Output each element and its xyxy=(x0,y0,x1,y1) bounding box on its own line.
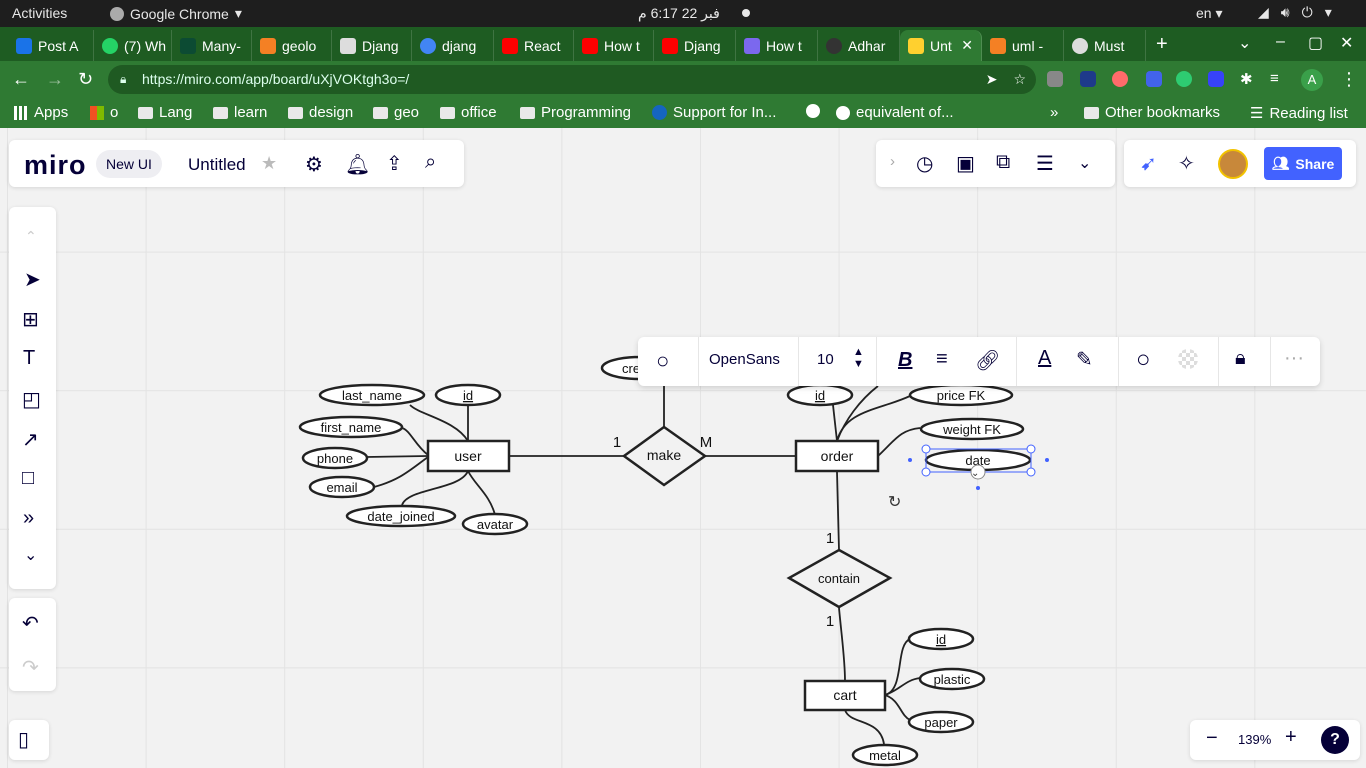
attribute-label: weight FK xyxy=(942,422,1001,437)
cardinality-label[interactable]: 1 xyxy=(826,613,834,630)
attribute-label: metal xyxy=(869,748,901,763)
connector xyxy=(877,427,921,457)
attribute-email[interactable]: email xyxy=(308,475,376,499)
attribute-cart-id[interactable]: id xyxy=(907,627,975,651)
lock-icon[interactable]: 🔒︎ xyxy=(1235,347,1246,370)
attribute-phone[interactable]: phone xyxy=(301,446,369,470)
attribute-label: id xyxy=(815,388,825,403)
link-icon[interactable]: 🔗︎ xyxy=(975,348,1000,373)
text-color-icon[interactable]: A xyxy=(1038,347,1051,370)
relationship-contain[interactable]: contain xyxy=(786,548,893,609)
connector xyxy=(884,694,911,721)
attribute-label: id xyxy=(463,388,473,403)
relationship-make[interactable]: make xyxy=(621,425,708,487)
connector xyxy=(838,607,846,682)
attribute-last-name[interactable]: last_name xyxy=(318,383,426,407)
attribute-label: price FK xyxy=(937,388,986,403)
attribute-first-name[interactable]: first_name xyxy=(298,415,404,439)
more-options-icon[interactable]: ··· xyxy=(1284,347,1304,370)
border-style-icon[interactable]: ○ xyxy=(1136,346,1151,374)
attribute-plastic[interactable]: plastic xyxy=(918,667,986,691)
entity-label: user xyxy=(454,448,482,464)
attribute-label: plastic xyxy=(934,672,971,687)
attribute-paper[interactable]: paper xyxy=(907,710,975,734)
connector xyxy=(844,709,885,745)
connector xyxy=(884,677,921,696)
attribute-label: email xyxy=(326,480,357,495)
relationship-label: contain xyxy=(818,571,860,586)
shape-type-circle-icon[interactable]: ○ xyxy=(656,348,669,374)
attribute-label: avatar xyxy=(477,517,514,532)
connector xyxy=(401,427,429,456)
text-align-icon[interactable]: ≡ xyxy=(936,348,948,371)
connector xyxy=(409,404,469,442)
chevron-down-icon[interactable]: ⌄ xyxy=(971,468,979,479)
shape-context-toolbar: ○ OpenSans 10 ▲ ▼ B ≡ 🔗︎ A ✎ ○ 🔒︎ ··· xyxy=(638,337,1320,386)
bold-icon[interactable]: B xyxy=(898,349,912,372)
highlight-pen-icon[interactable]: ✎ xyxy=(1076,347,1093,372)
cardinality-label[interactable]: M xyxy=(700,434,713,451)
relationship-label: make xyxy=(647,447,681,463)
font-size-stepper-icon[interactable]: ▲ ▼ xyxy=(853,346,864,370)
font-family-select[interactable]: OpenSans xyxy=(709,351,780,368)
attribute-metal[interactable]: metal xyxy=(851,743,919,767)
attribute-user-id[interactable]: id xyxy=(434,383,502,407)
attribute-label: id xyxy=(936,632,946,647)
attribute-order-id[interactable]: id xyxy=(786,383,854,407)
attribute-weight-fk[interactable]: weight FK xyxy=(919,417,1025,441)
attribute-label: paper xyxy=(924,715,958,730)
attribute-label: first_name xyxy=(321,420,382,435)
attribute-avatar[interactable]: avatar xyxy=(461,512,529,536)
entity-cart[interactable]: cart xyxy=(803,679,887,712)
connector xyxy=(832,404,838,442)
fill-color-icon[interactable] xyxy=(1178,349,1198,369)
attribute-date-joined[interactable]: date_joined xyxy=(345,504,457,528)
connector xyxy=(884,638,911,696)
connector xyxy=(365,455,429,458)
entity-order[interactable]: order xyxy=(794,439,880,473)
entity-label: cart xyxy=(833,687,856,703)
connector xyxy=(401,470,469,506)
attribute-label: phone xyxy=(317,451,353,466)
rotate-cursor-icon: ↻ xyxy=(888,494,901,511)
connector xyxy=(373,456,429,488)
font-size-input[interactable]: 10 xyxy=(817,351,834,368)
attribute-label: last_name xyxy=(342,388,402,403)
connector xyxy=(467,470,496,516)
attribute-price-fk[interactable]: price FK xyxy=(908,383,1014,407)
entity-label: order xyxy=(821,448,854,464)
cardinality-label[interactable]: 1 xyxy=(613,434,621,451)
cardinality-label[interactable]: 1 xyxy=(826,530,834,547)
attribute-label: date_joined xyxy=(367,509,434,524)
entity-user[interactable]: user xyxy=(426,439,511,473)
connector xyxy=(836,471,840,551)
